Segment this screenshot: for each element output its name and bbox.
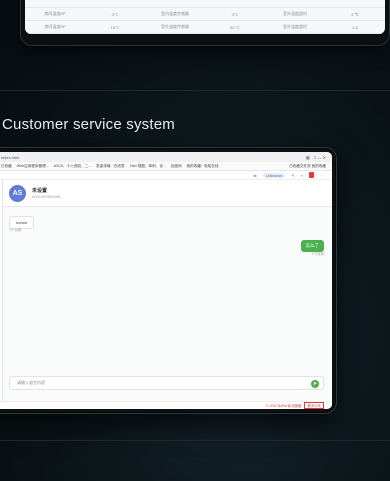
browser-tab[interactable]: index.html bbox=[1, 155, 19, 160]
table-cell: 3°C bbox=[231, 11, 239, 17]
table-cell: 3 ℃ bbox=[351, 11, 359, 17]
footer-link[interactable]: 聊天中天 bbox=[304, 402, 324, 409]
window-controls: ▦ ≡ — ✕ bbox=[306, 155, 326, 160]
table-cell: 房间温度BP bbox=[44, 24, 66, 29]
table-cell: 室内温度传感器 bbox=[161, 11, 189, 16]
grid-icon[interactable]: ▦ bbox=[306, 155, 310, 160]
section-divider bbox=[0, 90, 390, 91]
top-device-screen: 房间温度BP 0°C 室内温度传感器 3°C 室外温度超时 3 ℃ 房间温度BP… bbox=[25, 0, 385, 34]
bookmark-folder[interactable]: 已收藏文件夹 我的收藏 bbox=[289, 164, 326, 169]
bookmark-item[interactable]: Yian 规图、单例、也... bbox=[130, 164, 166, 169]
table-cell: 房间温度BP bbox=[44, 11, 66, 16]
browser-tabbar: index.html ▦ ≡ — ✕ bbox=[0, 152, 332, 162]
close-icon[interactable]: ✕ bbox=[323, 155, 326, 160]
url-toolbar: ⇆ Unknown ✎ ⌕ ⋮ bbox=[0, 171, 332, 180]
table-cell: 2.6 bbox=[352, 24, 358, 30]
section-divider bbox=[0, 440, 390, 441]
top-table-spacer bbox=[25, 0, 385, 8]
contact-id: ANCD1879804384 bbox=[32, 195, 61, 199]
input-placeholder: 请输入留言内容 bbox=[17, 380, 45, 385]
table-cell: 50 °C bbox=[229, 24, 241, 30]
outgoing-time: 1个月前 bbox=[311, 252, 324, 256]
search-icon[interactable]: ⌕ bbox=[301, 173, 303, 178]
laptop-frame: index.html ▦ ≡ — ✕ 已收藏 Web应用程序管理... ASCI… bbox=[0, 147, 337, 414]
table-cell: 室外温度传感器 bbox=[161, 24, 189, 29]
more-icon[interactable]: ⋮ bbox=[320, 173, 324, 178]
bookmark-item[interactable]: 百度网 bbox=[171, 164, 182, 169]
section-title: Customer service system bbox=[2, 116, 175, 133]
contact-info: 未设置 ANCD1879804384 bbox=[32, 187, 60, 199]
send-button[interactable]: ➤ bbox=[311, 379, 319, 388]
message-input[interactable]: 请输入留言内容 ➤ bbox=[9, 376, 324, 390]
translate-icon[interactable]: ⇆ bbox=[253, 173, 256, 178]
bookmark-item[interactable]: Web应用程序管理... bbox=[17, 164, 49, 169]
table-cell: 室外温度超时 bbox=[283, 24, 307, 29]
table-cell: 0°C bbox=[111, 11, 119, 17]
contact-name: 未设置 bbox=[32, 188, 48, 194]
chat-panel: AS 未设置 ANCD1879804384 nonon 1个月前 怎么了 1个月… bbox=[3, 180, 332, 401]
extension-icon[interactable]: ✎ bbox=[291, 173, 294, 178]
table-cell: 18°C bbox=[110, 24, 120, 30]
record-icon[interactable] bbox=[309, 172, 314, 178]
bookmark-item[interactable]: ASCII、十六进制、二... bbox=[54, 164, 92, 169]
bookmark-item[interactable]: 我的收藏 · 哈哈在线 bbox=[187, 164, 219, 169]
avatar: AS bbox=[9, 184, 26, 202]
chat-header: AS 未设置 ANCD1879804384 bbox=[3, 180, 332, 207]
outgoing-message: 怎么了 bbox=[300, 240, 324, 252]
chat-layout: AS 未设置 ANCD1879804384 nonon 1个月前 怎么了 1个月… bbox=[0, 180, 332, 401]
profile-pill[interactable]: Unknown bbox=[262, 172, 286, 178]
incoming-time: 1个月前 bbox=[9, 228, 22, 232]
bookmark-item[interactable]: 已收藏 bbox=[1, 164, 12, 169]
page-footer: © 2022 NoPal 私流客服 聊天中天 bbox=[0, 401, 332, 409]
table-row: 房间温度BP 0°C 室内温度传感器 3°C 室外温度超时 3 ℃ bbox=[25, 8, 385, 21]
minimize-icon[interactable]: — bbox=[318, 155, 322, 160]
menu-icon[interactable]: ≡ bbox=[314, 155, 316, 160]
browser-screen: index.html ▦ ≡ — ✕ 已收藏 Web应用程序管理... ASCI… bbox=[0, 152, 332, 409]
top-device-frame: 房间温度BP 0°C 室内温度传感器 3°C 室外温度超时 3 ℃ 房间温度BP… bbox=[20, 0, 390, 46]
bookmark-item[interactable]: 批量传输 · 在线表 bbox=[96, 164, 124, 169]
footer-text: © 2022 NoPal 私流客服 bbox=[265, 404, 302, 408]
table-cell: 室外温度超时 bbox=[283, 11, 307, 16]
bookmarks-bar: 已收藏 Web应用程序管理... ASCII、十六进制、二... 批量传输 · … bbox=[0, 162, 332, 171]
table-row: 房间温度BP 18°C 室外温度传感器 50 °C 室外温度超时 2.6 bbox=[25, 21, 385, 34]
